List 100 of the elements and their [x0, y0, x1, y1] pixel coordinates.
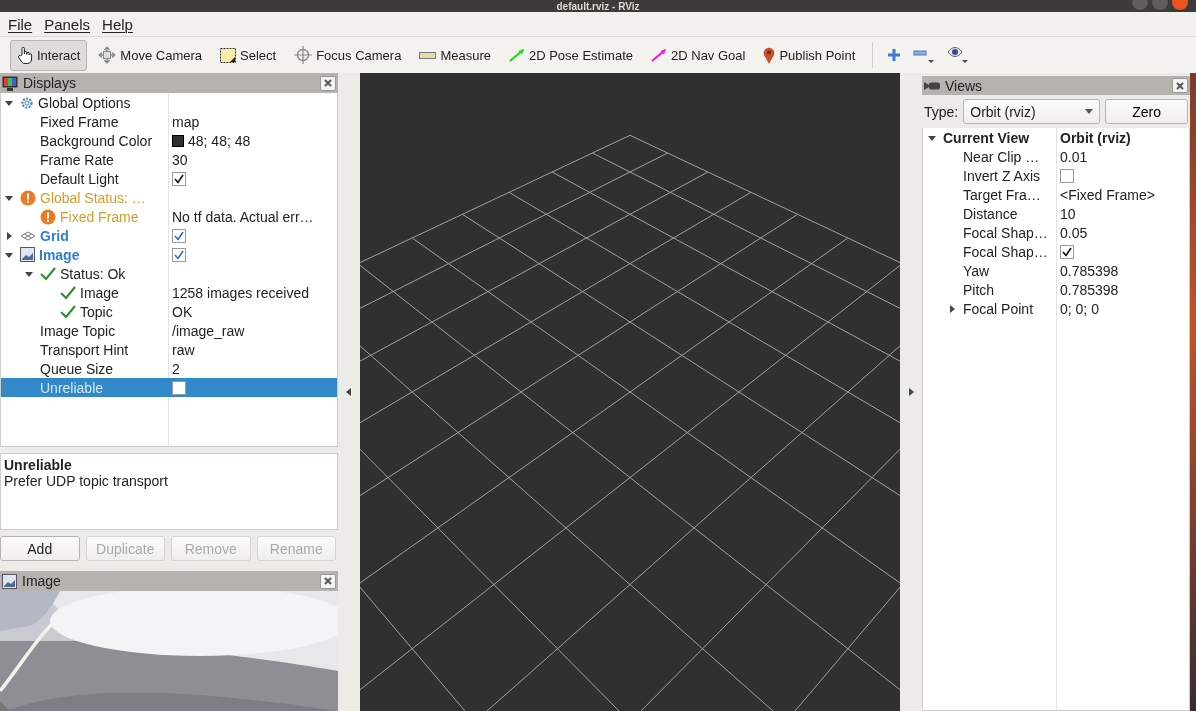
tree-row[interactable]: Global Options — [1, 93, 337, 112]
image-icon — [20, 247, 35, 262]
checkbox[interactable] — [1060, 168, 1074, 183]
property-label: Invert Z Axis — [963, 167, 1041, 184]
tree-row[interactable]: Fixed Frame No tf data. Actual err… — [1, 207, 337, 226]
property-label: Image — [80, 284, 119, 301]
property-label: Pitch — [963, 281, 995, 298]
warning-icon — [20, 189, 36, 206]
checkbox[interactable] — [172, 247, 186, 262]
menu-item[interactable]: Panels — [38, 15, 97, 33]
property-label: Transport Hint — [40, 341, 129, 358]
type-dropdown[interactable]: Orbit (rviz) — [963, 99, 1101, 125]
tree-row[interactable]: Distance 10 — [923, 204, 1189, 224]
property-value: 0.785398 — [1060, 281, 1119, 298]
property-label: Global Status: … — [40, 189, 146, 206]
property-label: Fixed Frame — [60, 208, 139, 225]
description-title: Unreliable — [4, 457, 73, 473]
close-button[interactable] — [320, 573, 336, 589]
tree-row[interactable]: Frame Rate 30 — [1, 150, 337, 169]
tree-row[interactable]: Queue Size 2 — [1, 359, 337, 378]
tree-row[interactable]: Transport Hint raw — [1, 340, 337, 359]
close-button[interactable] — [1172, 78, 1188, 94]
monitor-icon — [2, 75, 18, 91]
plus-icon — [887, 48, 902, 62]
property-value: <Fixed Frame> — [1060, 186, 1155, 203]
tree-row[interactable]: Pitch 0.785398 — [923, 280, 1189, 300]
check-icon — [60, 285, 76, 300]
property-label: Distance — [963, 205, 1018, 222]
caret-icon — [1085, 109, 1094, 115]
property-value: No tf data. Actual err… — [172, 208, 314, 225]
tree-row[interactable]: Invert Z Axis — [923, 166, 1189, 186]
property-value: 48; 48; 48 — [188, 132, 251, 149]
tree-row[interactable]: Image 1258 images received — [1, 283, 337, 302]
tree-row[interactable]: Target Fra… <Fixed Frame> — [923, 185, 1189, 205]
property-label: Current View — [943, 129, 1030, 146]
tree-row[interactable]: Focal Shap… — [923, 242, 1189, 262]
tool-button[interactable]: Interact — [10, 39, 88, 71]
property-label: Unreliable — [40, 379, 104, 396]
property-label: Default Light — [40, 170, 119, 187]
tree-row[interactable]: Topic OK — [1, 302, 337, 321]
tree-row[interactable]: Image — [1, 245, 337, 264]
expander-icon[interactable] — [928, 133, 936, 142]
zero-button[interactable]: Zero — [1105, 99, 1188, 125]
close-icon — [1176, 81, 1184, 90]
tree-row[interactable]: Yaw 0.785398 — [923, 261, 1189, 281]
tree-row[interactable]: Focal Point 0; 0; 0 — [923, 299, 1189, 319]
property-label: Topic — [80, 303, 113, 320]
collapse-right-icon[interactable] — [907, 388, 915, 396]
collapse-left-icon[interactable] — [345, 388, 353, 396]
expander-icon[interactable] — [948, 304, 956, 313]
tree-row[interactable]: Background Color 48; 48; 48 — [1, 131, 337, 150]
tool-button[interactable]: 2D Nav Goal — [644, 39, 753, 71]
image-icon — [2, 573, 17, 589]
tree-row[interactable]: Current View Orbit (rviz) — [923, 128, 1189, 148]
warning-icon — [40, 208, 56, 225]
tree-row[interactable]: Near Clip … 0.01 — [923, 147, 1189, 167]
property-label: Image — [39, 246, 80, 263]
expander-icon[interactable] — [5, 231, 13, 240]
tree-row[interactable]: Status: Ok — [1, 264, 337, 283]
tool-button[interactable]: Publish Point — [756, 39, 863, 71]
expander-icon[interactable] — [25, 269, 33, 278]
map-pin-icon — [763, 46, 776, 64]
tree-row[interactable]: Default Light — [1, 169, 337, 188]
panel-button[interactable]: Add — [0, 536, 80, 561]
property-value: /image_raw — [172, 322, 245, 339]
crosshair-icon — [294, 46, 313, 64]
checkbox[interactable] — [172, 228, 186, 243]
property-value: OK — [172, 303, 193, 320]
camera-icon — [924, 80, 940, 91]
property-value: map — [172, 113, 200, 130]
check-icon — [60, 304, 76, 319]
tool-button[interactable]: Measure — [412, 39, 498, 71]
expander-icon[interactable] — [5, 98, 13, 107]
property-label: Fixed Frame — [40, 113, 119, 130]
tree-row[interactable]: Grid — [1, 226, 337, 245]
expander-icon[interactable] — [5, 250, 13, 259]
tree-row[interactable]: Focal Shap… 0.05 — [923, 223, 1189, 243]
property-label: Status: Ok — [60, 265, 126, 282]
property-value: raw — [172, 341, 195, 358]
property-value: 0.05 — [1060, 224, 1088, 241]
tool-button[interactable]: Select — [213, 39, 284, 71]
menu-item[interactable]: File — [2, 15, 39, 33]
checkbox[interactable] — [1060, 244, 1074, 259]
tool-button[interactable]: Move Camera — [91, 39, 209, 71]
hand-icon — [17, 46, 33, 64]
tree-row[interactable]: Image Topic /image_raw — [1, 321, 337, 340]
tool-button[interactable]: Focus Camera — [287, 39, 409, 71]
property-value: 0; 0; 0 — [1060, 300, 1099, 317]
close-button[interactable] — [320, 75, 336, 91]
tree-row[interactable]: Fixed Frame map — [1, 112, 337, 131]
property-value: Orbit (rviz) — [1060, 129, 1131, 146]
property-label: Focal Shap… — [963, 243, 1048, 260]
arrow-icon — [651, 48, 667, 62]
expander-icon[interactable] — [5, 193, 13, 202]
checkbox[interactable] — [172, 380, 186, 395]
menu-item[interactable]: Help — [96, 15, 139, 33]
property-label: Focal Shap… — [963, 224, 1048, 241]
checkbox[interactable] — [172, 171, 186, 186]
close-icon — [324, 577, 332, 585]
tool-button[interactable]: 2D Pose Estimate — [501, 39, 640, 71]
